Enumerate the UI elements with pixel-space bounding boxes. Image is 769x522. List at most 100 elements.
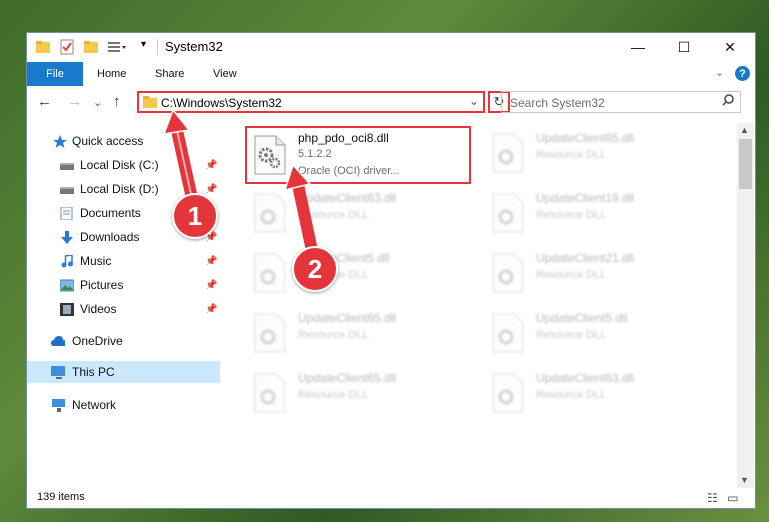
details-view-icon[interactable]: ☷: [707, 491, 718, 505]
chevron-down-icon[interactable]: ⌄: [469, 94, 479, 108]
up-button[interactable]: ↑: [113, 93, 121, 110]
folder-icon: [143, 96, 157, 108]
sidebar-item-quick-access[interactable]: Quick access: [27, 130, 220, 152]
search-box[interactable]: [501, 91, 741, 113]
sidebar-item-pictures[interactable]: Pictures 📌: [27, 274, 220, 296]
pin-icon[interactable]: 📌: [205, 280, 217, 291]
sidebar-item-label: Downloads: [80, 230, 140, 244]
file-type: Resource DLL: [536, 269, 607, 281]
file-type: Resource DLL: [298, 329, 369, 341]
download-icon: [61, 230, 73, 244]
file-highlight-box: [245, 126, 471, 184]
forward-button[interactable]: →: [67, 93, 82, 110]
sidebar-item-network[interactable]: Network: [27, 394, 220, 416]
file-item[interactable]: UpdateClient5.dll Resource DLL: [248, 245, 476, 297]
tab-file[interactable]: File: [27, 62, 83, 86]
sidebar-item-label: Local Disk (D:): [80, 182, 159, 196]
cloud-icon: [51, 335, 65, 346]
file-item[interactable]: UpdateClient65.dll Resource DLL: [248, 305, 476, 357]
new-folder-icon[interactable]: [83, 39, 99, 55]
dll-file-icon: [492, 373, 524, 413]
folder-icon[interactable]: [35, 39, 51, 55]
file-type: Resource DLL: [536, 149, 607, 161]
file-item[interactable]: UpdateClient63.dll Resource DLL: [248, 185, 476, 237]
sidebar-item-label: Quick access: [72, 134, 144, 148]
music-icon: [61, 254, 73, 267]
file-type: Resource DLL: [298, 389, 369, 401]
help-icon[interactable]: ?: [735, 66, 750, 81]
file-type: Resource DLL: [536, 389, 607, 401]
address-path: C:\Windows\System32: [161, 96, 282, 110]
address-bar[interactable]: C:\Windows\System32 ⌄: [137, 91, 485, 113]
sidebar-item-local-disk-c[interactable]: Local Disk (C:) 📌: [27, 154, 220, 176]
file-item[interactable]: UpdateClient19.dll Resource DLL: [486, 185, 714, 237]
file-name: UpdateClient65.dll: [536, 131, 635, 145]
dll-file-icon: [492, 133, 524, 173]
file-type: Resource DLL: [536, 209, 607, 221]
sidebar-item-music[interactable]: Music 📌: [27, 250, 220, 272]
scroll-thumb[interactable]: [739, 139, 752, 189]
scroll-up-icon[interactable]: ▲: [740, 125, 749, 135]
sidebar-item-label: Videos: [80, 302, 117, 316]
maximize-button[interactable]: ☐: [661, 33, 707, 61]
computer-icon: [51, 365, 65, 379]
item-count: 139 items: [37, 491, 85, 503]
expand-ribbon-icon[interactable]: ⌄: [715, 66, 724, 79]
pictures-icon: [60, 279, 74, 291]
file-item[interactable]: UpdateClient65.dll Resource DLL: [248, 365, 476, 417]
tab-view[interactable]: View: [213, 62, 237, 86]
sidebar-item-label: Network: [72, 398, 117, 412]
navigation-pane: Quick access Local Disk (C:) 📌 Local Dis…: [27, 123, 220, 473]
dll-file-icon: [492, 313, 524, 353]
title-separator: [157, 39, 158, 55]
window-title: System32: [165, 39, 223, 54]
drive-icon: [60, 162, 74, 170]
pin-icon[interactable]: 📌: [205, 304, 217, 315]
sidebar-item-onedrive[interactable]: OneDrive: [27, 330, 220, 352]
file-item[interactable]: UpdateClient5.dll Resource DLL: [486, 305, 714, 357]
tab-share[interactable]: Share: [155, 62, 184, 86]
customize-toolbar-icon[interactable]: [107, 39, 129, 55]
minimize-button[interactable]: —: [615, 33, 661, 61]
star-icon: [53, 134, 67, 148]
file-item[interactable]: UpdateClient65.dll Resource DLL: [486, 125, 714, 177]
videos-icon: [60, 302, 74, 316]
title-bar: ▾ System32 — ☐ ✕: [27, 33, 755, 61]
large-icons-view-icon[interactable]: ▭: [727, 491, 738, 505]
file-name: UpdateClient63.dll: [536, 371, 635, 385]
file-explorer-window: ▾ System32 — ☐ ✕ File Home Share View ⌄ …: [26, 32, 756, 509]
back-button[interactable]: ←: [37, 93, 52, 110]
search-icon[interactable]: [722, 94, 734, 106]
close-button[interactable]: ✕: [707, 33, 753, 61]
tab-home[interactable]: Home: [97, 62, 126, 86]
documents-icon: [60, 206, 73, 220]
ribbon-tabs: File Home Share View ⌄ ?: [27, 62, 755, 86]
recent-locations-button[interactable]: ⌄: [93, 96, 102, 109]
search-input[interactable]: [508, 93, 722, 113]
sidebar-item-label: Local Disk (C:): [80, 158, 159, 172]
sidebar-item-videos[interactable]: Videos 📌: [27, 298, 220, 320]
sidebar-item-label: Music: [80, 254, 112, 268]
file-name: UpdateClient65.dll: [298, 371, 397, 385]
file-name: UpdateClient5.dll: [536, 311, 628, 325]
vertical-scrollbar[interactable]: ▲ ▼: [737, 123, 754, 488]
drive-icon: [60, 186, 74, 194]
address-row: ← → ⌄ ↑ C:\Windows\System32 ⌄ ↻: [27, 88, 755, 118]
dll-file-icon: [254, 193, 286, 233]
chevron-down-icon[interactable]: ▾: [141, 39, 146, 55]
file-item[interactable]: UpdateClient21.dll Resource DLL: [486, 245, 714, 297]
pin-icon[interactable]: 📌: [205, 256, 217, 267]
pin-icon[interactable]: 📌: [205, 160, 217, 171]
sidebar-item-this-pc[interactable]: This PC: [27, 361, 220, 383]
properties-icon[interactable]: [59, 39, 75, 55]
network-icon: [52, 398, 65, 412]
scroll-down-icon[interactable]: ▼: [740, 475, 749, 485]
file-name: UpdateClient63.dll: [298, 191, 397, 205]
dll-file-icon: [254, 313, 286, 353]
file-name: UpdateClient21.dll: [536, 251, 635, 265]
file-item[interactable]: UpdateClient63.dll Resource DLL: [486, 365, 714, 417]
pin-icon[interactable]: 📌: [205, 184, 217, 195]
view-mode-icons: ☷ ▭: [707, 491, 738, 505]
dll-file-icon: [492, 193, 524, 233]
file-name: UpdateClient19.dll: [536, 191, 635, 205]
